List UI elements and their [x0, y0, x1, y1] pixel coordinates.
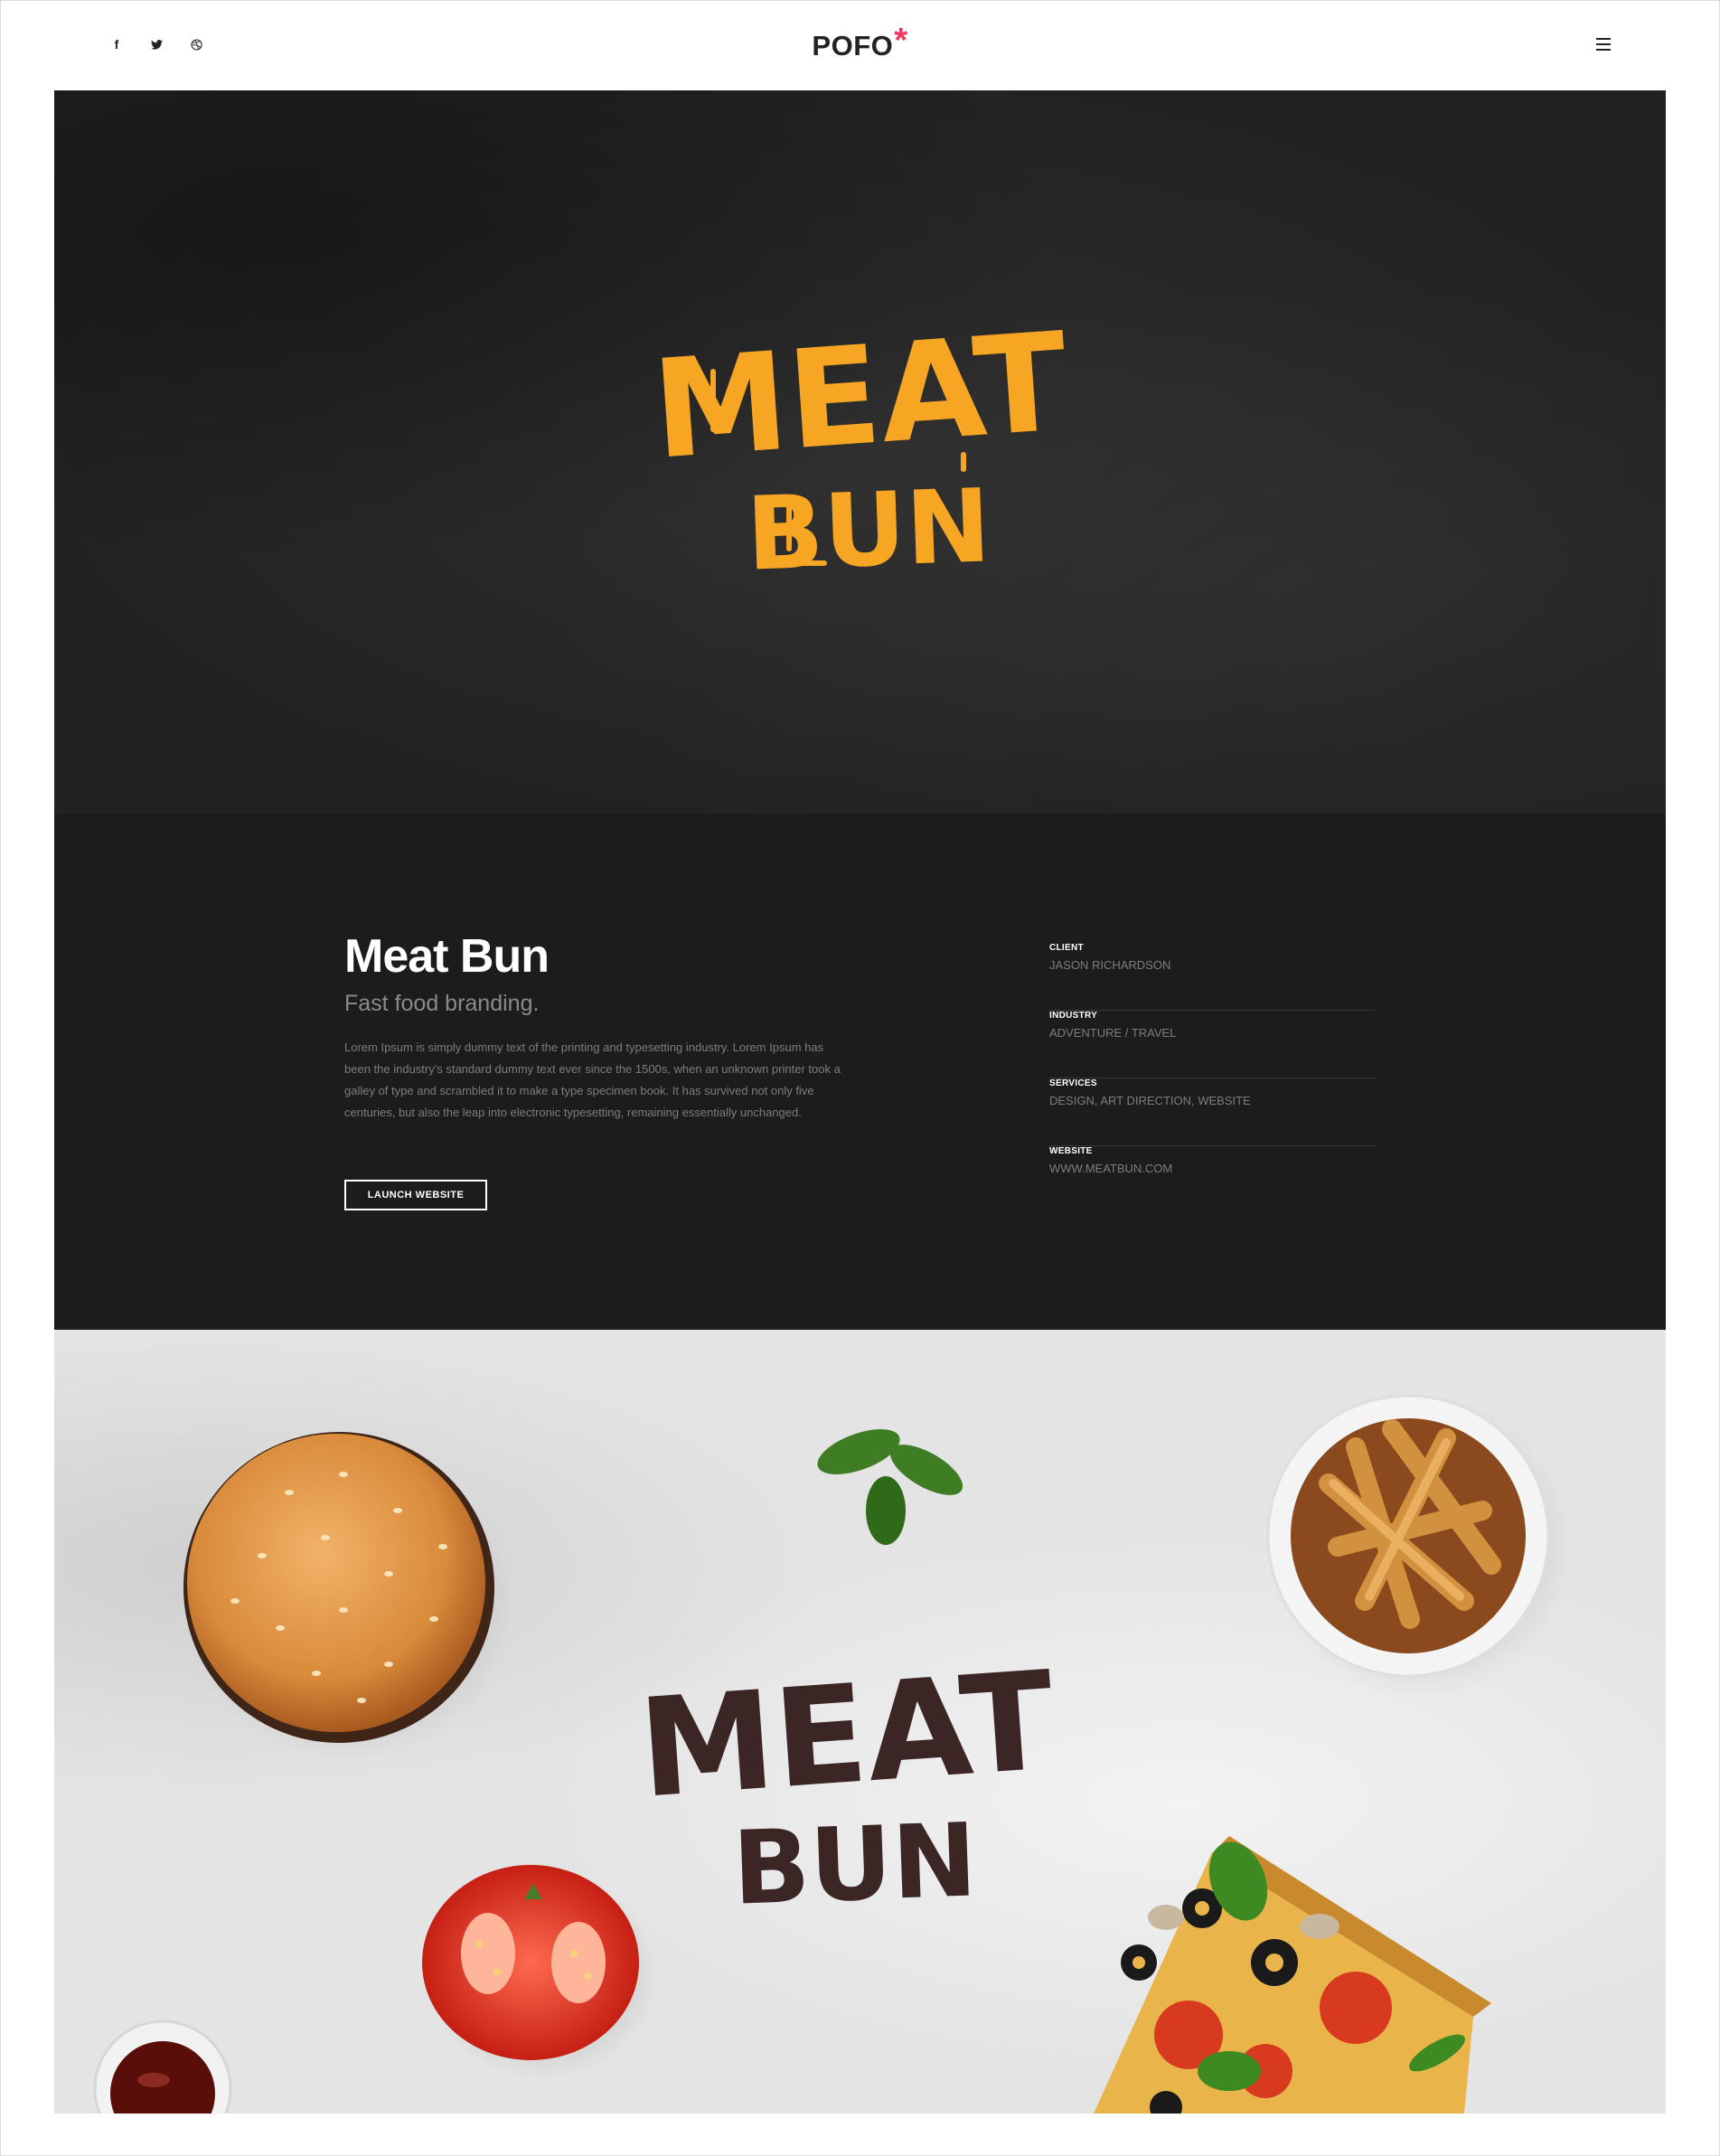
food-logo-graphic: MEAT BUN — [634, 1643, 1059, 1927]
hero-logo-mark — [710, 369, 716, 432]
fries-bowl-image — [1266, 1394, 1571, 1699]
project-info-section: Meat Bun Fast food branding. Lorem Ipsum… — [54, 814, 1666, 1330]
food-logo-line-1: MEAT — [634, 1643, 1059, 1829]
pizza-slice-image — [1094, 1836, 1491, 2114]
hero-logo-graphic: MEAT BUN — [648, 304, 1073, 593]
dribbble-icon[interactable] — [186, 34, 206, 54]
meta-item-client: CLIENT JASON RICHARDSON — [1049, 943, 1375, 1011]
food-logo-line-2: BUN — [731, 1802, 979, 1927]
menu-line — [1596, 43, 1611, 45]
facebook-icon[interactable]: f — [107, 34, 127, 54]
meta-value: WWW.MEATBUN.COM — [1049, 1162, 1173, 1175]
logo-star: * — [894, 22, 908, 60]
burger-image — [181, 1432, 515, 1761]
meta-label: CLIENT — [1049, 943, 1084, 953]
project-meta-list: CLIENT JASON RICHARDSON INDUSTRY ADVENTU… — [1049, 943, 1375, 1214]
meta-item-industry: INDUSTRY ADVENTURE / TRAVEL — [1049, 1011, 1375, 1078]
hero-logo-mark — [961, 452, 966, 472]
logo-text[interactable]: POFO — [812, 30, 893, 61]
site-header: f POFO* — [0, 0, 1720, 90]
hero-logo-line-2: BUN — [745, 467, 992, 593]
menu-line — [1596, 49, 1611, 51]
meta-value: JASON RICHARDSON — [1049, 958, 1171, 972]
social-links: f — [107, 34, 206, 54]
twitter-icon[interactable] — [146, 34, 166, 54]
meta-item-website: WEBSITE WWW.MEATBUN.COM — [1049, 1146, 1375, 1214]
hamburger-menu-icon[interactable] — [1593, 34, 1613, 54]
launch-website-button[interactable]: LAUNCH WEBSITE — [344, 1180, 487, 1210]
menu-line — [1596, 38, 1611, 40]
project-description: Lorem Ipsum is simply dummy text of the … — [344, 1040, 841, 1119]
meta-label: WEBSITE — [1049, 1146, 1093, 1156]
hero-logo-mark — [786, 502, 792, 551]
hero-logo-mark — [782, 560, 827, 566]
meta-value: ADVENTURE / TRAVEL — [1049, 1026, 1177, 1040]
project-title: Meat Bun — [344, 930, 550, 983]
food-photo: MEAT BUN — [54, 1330, 1666, 2114]
tomato-image — [422, 1865, 660, 2080]
basil-leaf-image — [817, 1429, 963, 1545]
meta-label: INDUSTRY — [1049, 1011, 1098, 1021]
ketchup-bowl-image — [93, 2019, 232, 2114]
meta-value: DESIGN, ART DIRECTION, WEBSITE — [1049, 1094, 1251, 1107]
meta-item-services: SERVICES DESIGN, ART DIRECTION, WEBSITE — [1049, 1078, 1375, 1146]
food-photo-graphic: MEAT BUN — [93, 1394, 1571, 2114]
project-subtitle: Fast food branding. — [344, 991, 540, 1016]
hero-banner: MEAT BUN — [54, 90, 1666, 814]
site-logo: POFO* — [0, 22, 1720, 64]
meta-label: SERVICES — [1049, 1078, 1097, 1088]
